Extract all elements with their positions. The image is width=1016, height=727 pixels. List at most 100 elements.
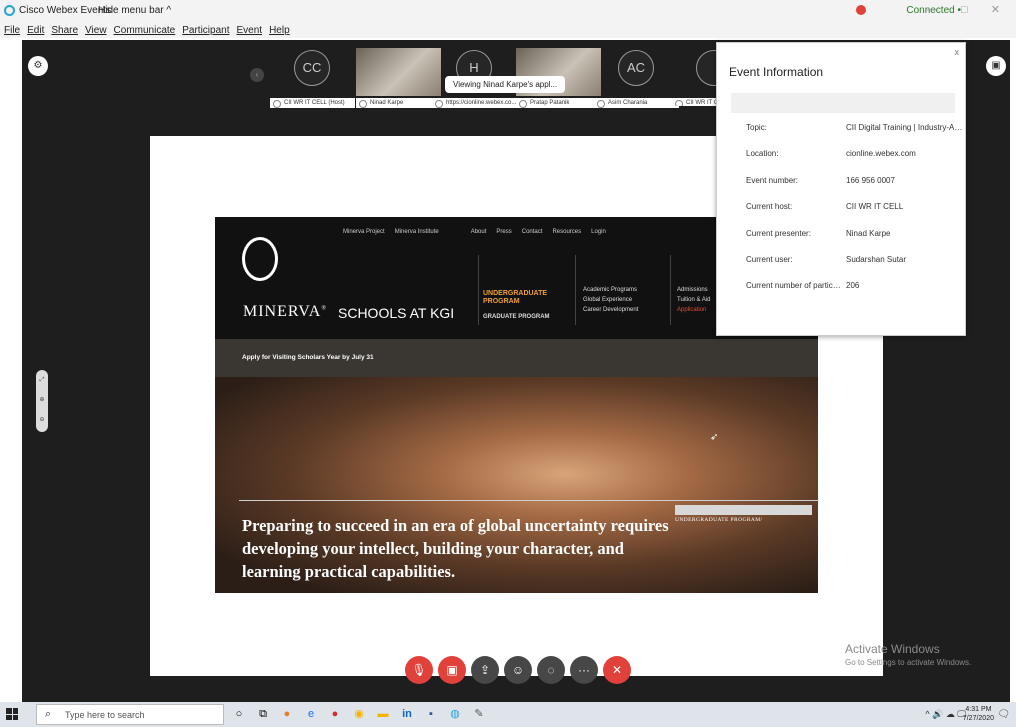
window-controls[interactable]: — □ ✕ — [927, 3, 1010, 16]
info-row-event-number: Event number: 166 956 0007 — [746, 176, 895, 185]
nav-link: Login — [591, 229, 606, 235]
zoom-out-icon[interactable]: ⊖ — [36, 410, 48, 430]
participant-name: CII WR IT C — [672, 98, 716, 106]
participant-name: Asim Charania — [594, 98, 679, 108]
linkedin-icon[interactable]: in — [400, 707, 414, 721]
close-icon[interactable]: x — [955, 47, 960, 57]
nav-link: Minerva Institute — [394, 229, 439, 235]
clock[interactable]: 4:31 PM 7/27/2020 — [963, 705, 994, 723]
menu-communicate[interactable]: Communicate — [114, 25, 176, 36]
search-icon: ⌕ — [45, 708, 52, 720]
chat-icon[interactable]: ◌ — [537, 656, 565, 684]
nav-link: Resources — [552, 229, 582, 235]
app-icon[interactable]: ● — [328, 707, 342, 721]
panel-title: Event Information — [729, 65, 824, 79]
admissions-links: Admissions Tuition & Aid Application — [677, 287, 711, 313]
hero-tab — [675, 505, 812, 515]
info-row-location: Location: cionline.webex.com — [746, 149, 916, 158]
nav-link: Contact — [521, 229, 543, 235]
info-row-topic: Topic: CII Digital Training | Industry-A… — [746, 123, 963, 132]
scholars-banner: Apply for Visiting Scholars Year by July… — [215, 339, 818, 377]
participant-tile[interactable]: CC CII WR IT CELL (Host) — [270, 48, 355, 108]
participant-name: Pratap Patanik — [516, 98, 601, 108]
layout-icon[interactable]: ▣ — [986, 56, 1006, 76]
edge-icon[interactable]: e — [304, 707, 318, 721]
undergraduate-link: UNDERGRADUATE PROGRAM — [483, 290, 548, 305]
info-row-user: Current user: Sudarshan Sutar — [746, 255, 907, 264]
zoom-in-icon[interactable]: ⊕ — [36, 390, 48, 410]
participant-tile[interactable]: AC Asim Charania — [594, 48, 679, 108]
viewing-indicator[interactable]: Viewing Ninad Karpe's appl... — [445, 76, 566, 93]
menu-view[interactable]: View — [85, 25, 107, 36]
chevron-left-icon[interactable]: ‹ — [250, 68, 264, 82]
avatar — [696, 50, 716, 86]
task-view-icon[interactable]: ⧉ — [256, 707, 270, 721]
taskbar-apps: ○ ⧉ ● e ● ◉ ▬ in ▪ ◍ ✎ — [232, 707, 486, 721]
system-tray[interactable]: ^ 🔊 ☁ 🖵 — [925, 709, 966, 720]
nav-link: Press — [496, 229, 512, 235]
menu-event[interactable]: Event — [237, 25, 263, 36]
site-top-nav: Minerva Project Minerva Institute About … — [343, 229, 606, 235]
programs-links: Academic Programs Global Experience Care… — [583, 287, 639, 313]
activate-windows-watermark: Activate Windows Go to Settings to activ… — [845, 642, 972, 667]
file-explorer-icon[interactable]: ▬ — [376, 707, 390, 721]
menu-bar: File Edit Share View Communicate Partici… — [0, 22, 1016, 38]
participant-name: Ninad Karpe — [356, 98, 441, 108]
close-icon[interactable]: ✕ — [603, 656, 631, 684]
webex-icon[interactable]: ◍ — [448, 707, 462, 721]
avatar: AC — [618, 50, 654, 86]
minerva-logo-icon — [242, 237, 278, 281]
taskbar: ⌕ Type here to search ○ ⧉ ● e ● ◉ ▬ in ▪… — [0, 702, 1016, 727]
share-icon[interactable]: ⇪ — [471, 656, 499, 684]
panel-header-bar — [731, 93, 955, 113]
graduate-link: GRADUATE PROGRAM — [483, 314, 550, 320]
menu-file[interactable]: File — [4, 25, 20, 36]
divider — [575, 255, 576, 325]
word-icon[interactable]: ▪ — [424, 707, 438, 721]
menu-edit[interactable]: Edit — [27, 25, 44, 36]
schools-name: SCHOOLS AT KGI — [338, 305, 455, 321]
nav-link: About — [470, 229, 487, 235]
meeting-controls: 🎙 ▣ ⇪ ☺ ◌ ··· ✕ — [405, 656, 631, 684]
title-bar: Cisco Webex Events Hide menu bar ^ Conne… — [0, 0, 1016, 22]
zoom-control[interactable]: ⤢ ⊕ ⊖ — [36, 370, 48, 432]
hero-tag: UNDERGRADUATE PROGRAM/ — [675, 517, 763, 523]
info-row-presenter: Current presenter: Ninad Karpe — [746, 229, 891, 238]
zoom-fit-icon[interactable]: ⤢ — [36, 370, 48, 390]
webex-logo-icon — [4, 5, 15, 16]
participant-video — [356, 48, 441, 96]
divider — [239, 500, 819, 501]
participant-name: CII WR IT CELL (Host) — [270, 98, 355, 108]
cursor-icon: ➶ — [710, 432, 719, 443]
video-off-icon[interactable]: ▣ — [438, 656, 466, 684]
event-information-panel: x Event Information Topic: CII Digital T… — [716, 42, 966, 336]
taskbar-search-input[interactable]: ⌕ Type here to search — [36, 704, 224, 725]
app-icon[interactable]: ✎ — [472, 707, 486, 721]
menu-help[interactable]: Help — [269, 25, 290, 36]
more-icon[interactable]: ··· — [570, 656, 598, 684]
participant-tile[interactable]: CII WR IT C — [672, 48, 716, 106]
menu-participant[interactable]: Participant — [182, 25, 229, 36]
notification-icon[interactable]: 🗨 — [997, 709, 1010, 720]
hide-menu-bar-button[interactable]: Hide menu bar ^ — [98, 5, 171, 16]
info-row-participant-count: Current number of particip... 206 — [746, 281, 860, 290]
avatar: CC — [294, 50, 330, 86]
windows-start-icon[interactable] — [6, 708, 18, 720]
brand-name: MINERVA® — [243, 303, 327, 320]
divider — [670, 255, 671, 325]
hero-text: Preparing to succeed in an era of global… — [242, 516, 669, 581]
cortana-icon[interactable]: ○ — [232, 707, 246, 721]
participant-tile[interactable]: Ninad Karpe — [356, 48, 441, 108]
record-icon — [856, 5, 866, 15]
menu-share[interactable]: Share — [51, 25, 78, 36]
hero-image: Preparing to succeed in an era of global… — [215, 377, 819, 593]
participant-name: https://cionline.webex.co... — [432, 98, 517, 108]
settings-icon[interactable]: ⚙ — [28, 56, 48, 76]
nav-link: Minerva Project — [343, 229, 385, 235]
chrome-icon[interactable]: ◉ — [352, 707, 366, 721]
info-row-host: Current host: CII WR IT CELL — [746, 202, 904, 211]
mic-off-icon[interactable]: 🎙 — [405, 656, 433, 684]
participants-icon[interactable]: ☺ — [504, 656, 532, 684]
app-icon[interactable]: ● — [280, 707, 294, 721]
divider — [478, 255, 479, 325]
